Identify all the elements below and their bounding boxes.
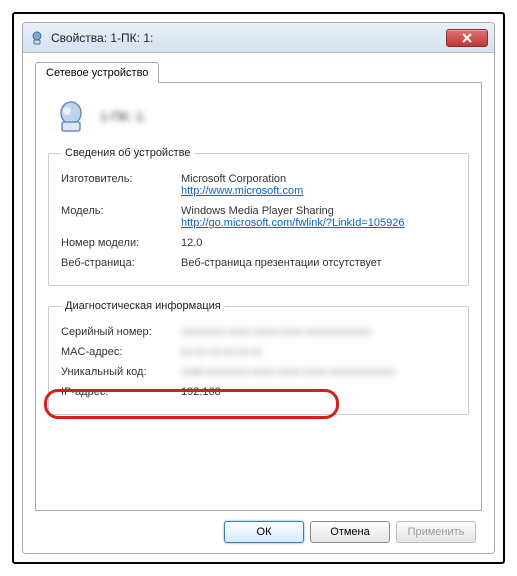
- manufacturer-label: Изготовитель:: [61, 173, 181, 185]
- tab-panel: 1-ПК: 1: Сведения об устройстве Изготови…: [35, 82, 482, 511]
- cancel-button[interactable]: Отмена: [310, 521, 390, 543]
- apply-button[interactable]: Применить: [396, 521, 476, 543]
- webpage-label: Веб-страница:: [61, 257, 181, 269]
- close-button[interactable]: [446, 29, 488, 47]
- manufacturer-link[interactable]: http://www.microsoft.com: [181, 185, 456, 197]
- model-number-value: 12.0: [181, 237, 456, 249]
- device-icon: [29, 30, 45, 46]
- titlebar[interactable]: Свойства: 1-ПК: 1:: [23, 23, 494, 53]
- unique-value: uuid:xxxxxxxx-xxxx-xxxx-xxxx-xxxxxxxxxxx…: [181, 366, 456, 378]
- diagnostic-info-legend: Диагностическая информация: [61, 300, 225, 312]
- model-number-label: Номер модели:: [61, 237, 181, 249]
- ip-value: 192.168: [181, 386, 456, 398]
- diagnostic-info-group: Диагностическая информация Серийный номе…: [48, 300, 469, 415]
- mac-label: MAC-адрес:: [61, 346, 181, 358]
- mac-value: xx:xx:xx:xx:xx:xx: [181, 346, 456, 358]
- device-info-group: Сведения об устройстве Изготовитель: Mic…: [48, 147, 469, 286]
- serial-label: Серийный номер:: [61, 326, 181, 338]
- model-label: Модель:: [61, 205, 181, 217]
- button-bar: ОК Отмена Применить: [35, 511, 482, 545]
- webpage-value: Веб-страница презентации отсутствует: [181, 257, 456, 269]
- device-large-icon: [52, 97, 90, 135]
- window-title: Свойства: 1-ПК: 1:: [51, 31, 446, 45]
- ip-label: IP-адрес:: [61, 386, 181, 398]
- device-name: 1-ПК: 1:: [100, 109, 147, 124]
- model-link[interactable]: http://go.microsoft.com/fwlink/?LinkId=1…: [181, 217, 456, 229]
- device-info-legend: Сведения об устройстве: [61, 147, 194, 159]
- properties-dialog: Свойства: 1-ПК: 1: Сетевое устройство 1-…: [22, 22, 495, 554]
- unique-label: Уникальный код:: [61, 366, 181, 378]
- serial-value: xxxxxxxx-xxxx-xxxx-xxxx-xxxxxxxxxxxx: [181, 326, 456, 338]
- manufacturer-value: Microsoft Corporation: [181, 173, 286, 185]
- model-value: Windows Media Player Sharing: [181, 205, 334, 217]
- ok-button[interactable]: ОК: [224, 521, 304, 543]
- tab-network-device[interactable]: Сетевое устройство: [35, 62, 159, 83]
